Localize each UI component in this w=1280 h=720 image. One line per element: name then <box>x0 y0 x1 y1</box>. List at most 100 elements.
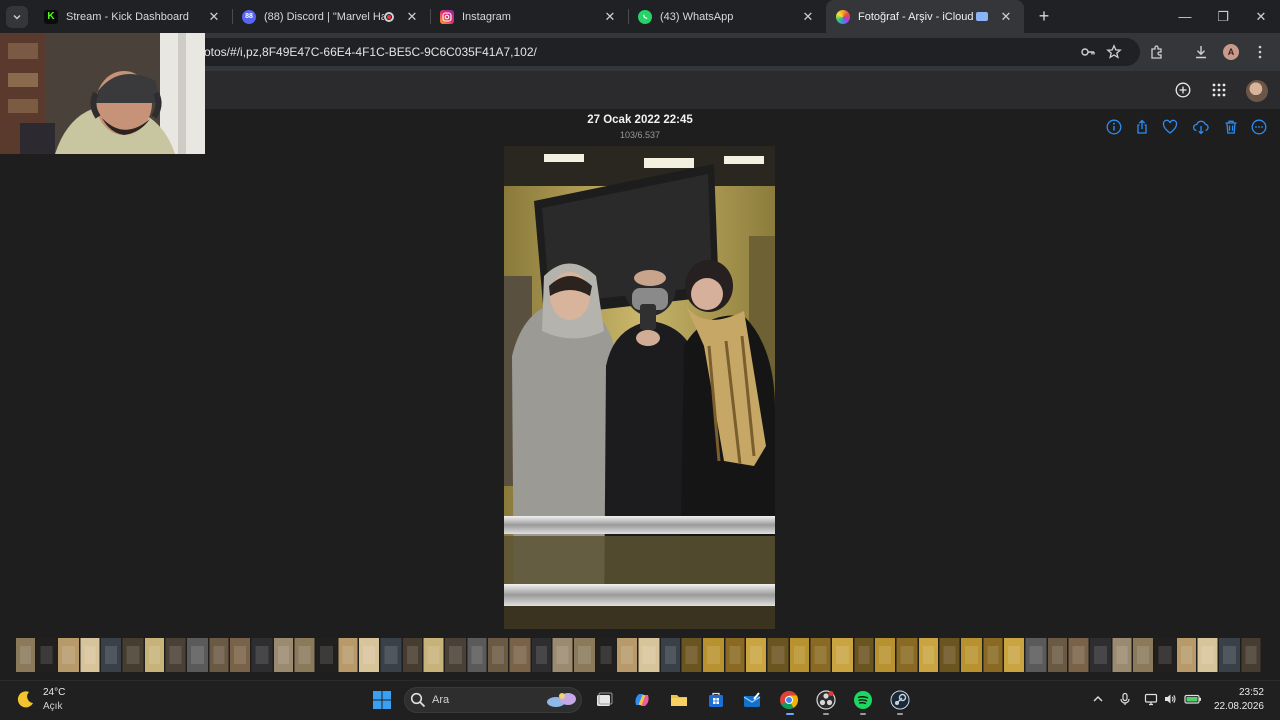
new-tab-button[interactable]: + <box>1030 6 1058 27</box>
whatsapp-icon <box>638 9 652 24</box>
profile-avatar[interactable]: A <box>1223 44 1239 60</box>
info-icon[interactable] <box>1106 119 1122 135</box>
password-key-icon[interactable] <box>1080 44 1096 60</box>
close-icon[interactable]: ✕ <box>206 9 222 25</box>
bookmark-star-icon[interactable] <box>1106 44 1122 60</box>
minimize-icon[interactable]: — <box>1166 0 1204 33</box>
weather-description[interactable]: Açık <box>43 701 62 712</box>
tray-overflow-chevron-icon[interactable] <box>1091 692 1105 706</box>
thumbnail-highlight <box>965 646 978 664</box>
thumbnail-highlight <box>191 646 204 664</box>
thumbnail-highlight <box>707 646 720 664</box>
obs-icon[interactable] <box>816 690 836 710</box>
clock-date[interactable]: 22.08.2026 <box>1214 701 1264 712</box>
account-avatar[interactable] <box>1246 80 1268 102</box>
microsoft-store-icon[interactable] <box>706 690 726 710</box>
thumbnail-highlight <box>1072 646 1085 664</box>
thumbnail-highlight <box>836 646 849 664</box>
extensions-icon[interactable] <box>1149 44 1165 60</box>
thumbnail-strip[interactable] <box>0 636 1280 676</box>
spotify-indicator <box>860 713 866 715</box>
thumbnail-highlight <box>600 646 612 664</box>
search-highlight-icon <box>544 690 578 710</box>
thumbnail-highlight <box>363 646 375 664</box>
obs-indicator <box>823 713 829 715</box>
search-icon <box>410 692 426 708</box>
thumbnail-highlight <box>556 646 569 664</box>
main-photo[interactable] <box>504 146 775 629</box>
network-icon[interactable] <box>1144 692 1158 706</box>
task-view-icon[interactable] <box>594 690 614 710</box>
thumbnail-highlight <box>384 646 398 664</box>
thumbnail-highlight <box>298 646 311 664</box>
tab-title: Stream - Kick Dashboard <box>66 10 189 23</box>
steam-indicator <box>897 713 903 715</box>
steam-icon[interactable] <box>890 690 910 710</box>
thumbnail-highlight <box>1158 646 1172 664</box>
thumbnail-highlight <box>234 646 246 664</box>
cloud-download-icon[interactable] <box>1192 119 1209 135</box>
volume-icon[interactable] <box>1163 692 1177 706</box>
thumbnail-highlight <box>126 646 140 664</box>
favorite-heart-icon[interactable] <box>1162 119 1178 135</box>
more-options-icon[interactable] <box>1251 119 1267 135</box>
thumbnail-highlight <box>900 646 914 664</box>
menu-kebab-icon[interactable] <box>1252 44 1268 60</box>
thumbnail-highlight <box>729 646 741 664</box>
thumbnail-highlight <box>1052 646 1063 664</box>
thumbnail-highlight <box>20 646 31 664</box>
tab-discord[interactable]: 88 (88) Discord | "Marvel Hakk ✕ <box>232 0 430 33</box>
windows-start-icon[interactable] <box>372 690 392 710</box>
close-icon[interactable]: ✕ <box>998 9 1014 25</box>
tab-title: Fotoğraf - Arşiv - iCloud Fo <box>858 10 976 23</box>
weather-moon-icon[interactable] <box>16 689 36 709</box>
thumbnail-highlight <box>320 646 333 664</box>
window-close-icon[interactable]: ✕ <box>1242 0 1280 33</box>
close-icon[interactable]: ✕ <box>404 9 420 25</box>
app-grid-icon[interactable] <box>1211 82 1227 98</box>
thumbnail-highlight <box>342 646 354 664</box>
chrome-icon[interactable] <box>779 690 799 710</box>
thumbnail-highlight <box>1094 646 1107 664</box>
outlook-icon[interactable] <box>742 690 762 710</box>
microphone-icon[interactable] <box>1118 692 1132 706</box>
add-icon[interactable] <box>1175 82 1191 98</box>
thumbnail-highlight <box>642 646 656 664</box>
download-icon[interactable] <box>1193 44 1209 60</box>
copilot-icon[interactable] <box>632 690 652 710</box>
thumbnail-highlight <box>1008 646 1020 664</box>
weather-temperature[interactable]: 24°C <box>43 687 65 698</box>
tab-whatsapp[interactable]: (43) WhatsApp ✕ <box>628 0 826 33</box>
taskbar-search-label: Ara <box>432 694 450 706</box>
thumbnail-highlight <box>750 646 762 664</box>
tab-kick[interactable]: K Stream - Kick Dashboard ✕ <box>34 0 232 33</box>
tab-search-button[interactable] <box>6 5 28 28</box>
photo-counter: 103/6.537 <box>619 130 661 140</box>
thumbnail-highlight <box>923 646 934 664</box>
spotify-icon[interactable] <box>853 690 873 710</box>
thumbnail-highlight <box>794 646 805 664</box>
thumbnail-highlight <box>492 646 504 664</box>
tab-icloud-photos[interactable]: Fotoğraf - Arşiv - iCloud Fo ✕ <box>826 0 1024 33</box>
clock-time[interactable]: 23:52 <box>1239 687 1264 698</box>
close-icon[interactable]: ✕ <box>602 9 618 25</box>
thumbnail-highlight <box>771 646 785 664</box>
thumbnail-highlight <box>255 646 269 664</box>
thumbnail-highlight <box>685 646 698 664</box>
tab-instagram[interactable]: Instagram ✕ <box>430 0 628 33</box>
close-icon[interactable]: ✕ <box>800 9 816 25</box>
discord-icon: 88 <box>242 9 256 24</box>
thumbnail-highlight <box>1181 646 1192 664</box>
trash-icon[interactable] <box>1223 119 1239 135</box>
window-controls: — ❐ ✕ <box>1166 0 1280 33</box>
thumbnail-highlight <box>879 646 891 664</box>
share-icon[interactable] <box>1134 119 1150 135</box>
address-url[interactable]: otos/#/i,pz,8F49E47C-66E4-4F1C-BE5C-9C6C… <box>204 45 537 59</box>
tab-title: (88) Discord | "Marvel Hakk <box>264 10 384 23</box>
icloud-photos-icon <box>836 9 850 24</box>
restore-icon[interactable]: ❐ <box>1204 0 1242 33</box>
battery-icon[interactable] <box>1184 692 1202 706</box>
file-explorer-icon[interactable] <box>669 690 689 710</box>
thumbnail-highlight <box>1137 646 1149 664</box>
thumbnail-highlight <box>169 646 182 664</box>
